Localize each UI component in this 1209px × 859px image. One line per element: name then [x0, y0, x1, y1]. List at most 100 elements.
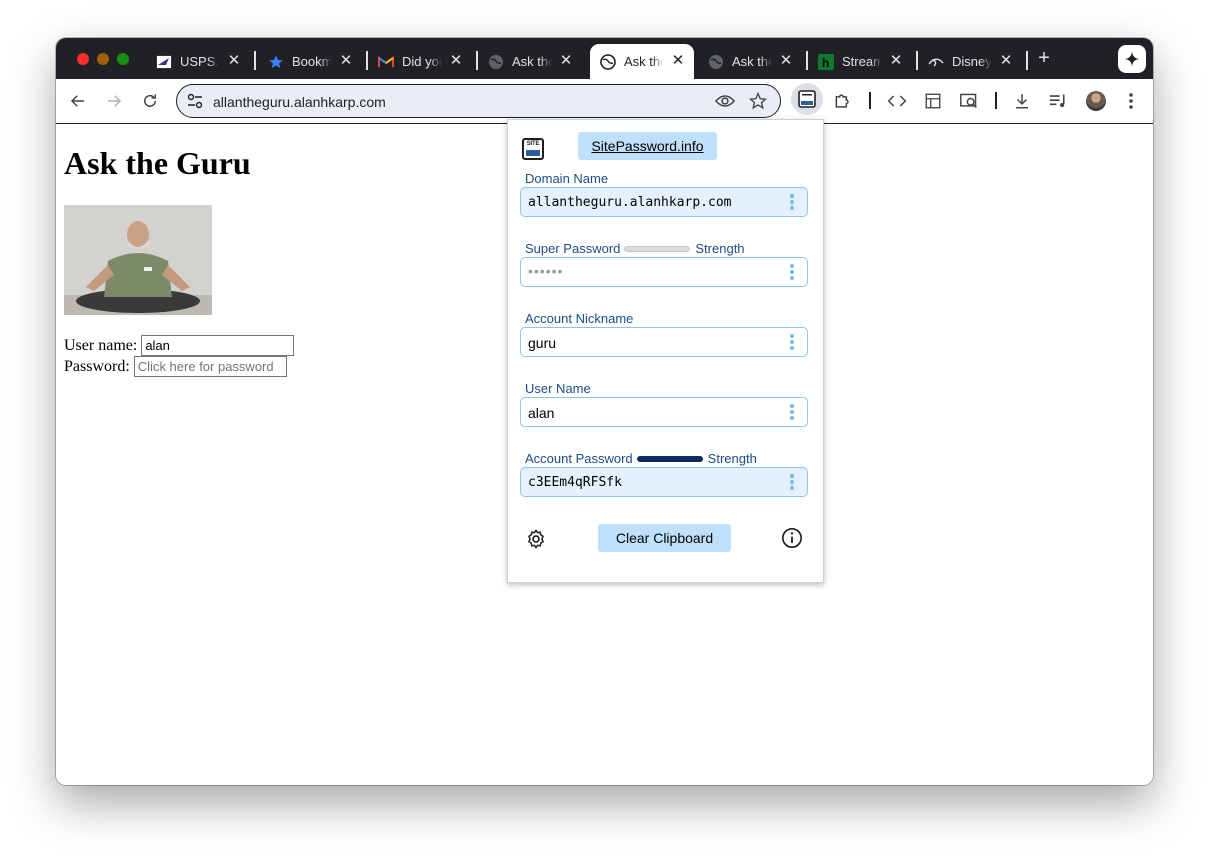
- sitepassword-extension-button[interactable]: [791, 83, 823, 115]
- close-tab-icon[interactable]: ✕: [338, 53, 354, 69]
- code-icon: [887, 95, 907, 107]
- page-title: Ask the Guru: [64, 145, 251, 181]
- tab-title: Did you: [402, 54, 442, 69]
- new-tab-button[interactable]: +: [1034, 47, 1054, 69]
- sitepassword-logo-icon: SITE: [522, 138, 544, 160]
- super-password-strength-meter: [624, 245, 691, 252]
- super-password-value: ••••••: [528, 263, 564, 279]
- tab-usps[interactable]: USPS.com ✕: [146, 44, 250, 79]
- domain-field[interactable]: allantheguru.alanhkarp.com: [520, 187, 808, 217]
- tab-disney[interactable]: Disney+ ✕: [918, 44, 1022, 79]
- toolbar-divider: [995, 92, 997, 109]
- tab-ask-the-guru-active[interactable]: Ask the Guru ✕: [590, 44, 694, 79]
- password-input[interactable]: [133, 356, 287, 377]
- close-tab-icon[interactable]: ✕: [448, 53, 464, 69]
- browser-menu-button[interactable]: [1121, 91, 1141, 111]
- tab-title: Disney+: [952, 54, 992, 69]
- account-password-label: Account Password Strength: [525, 451, 757, 466]
- profile-avatar[interactable]: [1086, 91, 1106, 111]
- info-icon[interactable]: [781, 527, 803, 549]
- username-label: User Name: [525, 381, 591, 396]
- arrow-left-icon: [70, 95, 84, 107]
- username-input[interactable]: [141, 335, 295, 356]
- man-meditating-photo: [64, 205, 212, 315]
- close-tab-icon[interactable]: ✕: [998, 53, 1014, 69]
- nickname-value: guru: [528, 335, 557, 351]
- tab-separator: [1026, 51, 1028, 70]
- svg-text:h: h: [822, 56, 829, 70]
- account-password-field[interactable]: c3EEm4qRFSfk: [520, 467, 808, 497]
- close-tab-icon[interactable]: ✕: [558, 53, 574, 69]
- browser-toolbar: allantheguru.alanhkarp.com: [56, 79, 1153, 124]
- tab-title: Ask the Guru: [732, 54, 772, 69]
- close-tab-icon[interactable]: ✕: [778, 53, 794, 69]
- hulu-icon: h: [818, 53, 834, 70]
- globe-icon: [488, 54, 504, 70]
- forward-button[interactable]: [104, 91, 124, 111]
- back-button[interactable]: [68, 91, 88, 111]
- field-menu-icon[interactable]: [789, 334, 795, 350]
- toolbar-divider: [869, 92, 871, 109]
- close-tab-icon[interactable]: ✕: [888, 53, 904, 69]
- tab-ask-the-guru[interactable]: Ask the Guru ✕: [478, 44, 582, 79]
- reload-icon: [144, 94, 156, 107]
- reading-mode-button[interactable]: [923, 91, 943, 111]
- address-bar[interactable]: allantheguru.alanhkarp.com: [176, 84, 781, 118]
- star-icon: [268, 54, 284, 70]
- settings-gear-icon[interactable]: [525, 528, 547, 550]
- field-menu-icon[interactable]: [789, 474, 795, 490]
- tab-separator: [254, 51, 256, 70]
- site-settings-icon[interactable]: [187, 93, 203, 114]
- downloads-button[interactable]: [1012, 91, 1032, 111]
- extensions-button[interactable]: [833, 91, 853, 111]
- sitepassword-icon: [798, 90, 816, 108]
- gemini-button[interactable]: [1118, 45, 1146, 73]
- media-controls-button[interactable]: [1048, 91, 1068, 111]
- devtools-button[interactable]: [887, 91, 907, 111]
- field-menu-icon[interactable]: [789, 264, 795, 280]
- field-menu-icon[interactable]: [789, 194, 795, 210]
- usps-eagle-icon: [156, 54, 172, 70]
- field-menu-icon[interactable]: [789, 404, 795, 420]
- gmail-icon: [378, 54, 394, 70]
- search-icon: [960, 93, 977, 109]
- search-page-button[interactable]: [959, 91, 979, 111]
- tab-title: Stream: [842, 54, 882, 69]
- sparkle-icon: [1123, 50, 1141, 68]
- globe-icon: [708, 54, 724, 70]
- close-window-button[interactable]: [77, 53, 89, 65]
- tab-gmail[interactable]: Did you ✕: [368, 44, 472, 79]
- close-tab-icon[interactable]: ✕: [670, 53, 686, 69]
- strength-label: Strength: [695, 241, 745, 256]
- tab-title: Ask the Guru: [624, 54, 664, 69]
- logo-text: SITE: [526, 141, 540, 147]
- puzzle-icon: [835, 94, 849, 108]
- sitepassword-popup: SITE SitePassword.info Domain Name allan…: [507, 119, 824, 583]
- reload-button[interactable]: [140, 91, 160, 111]
- username-row: User name:: [64, 335, 295, 356]
- username-value: alan: [528, 405, 555, 421]
- super-password-field[interactable]: ••••••: [520, 257, 808, 287]
- minimize-window-button[interactable]: [97, 53, 109, 65]
- zoom-window-button[interactable]: [117, 53, 129, 65]
- domain-label: Domain Name: [525, 171, 609, 186]
- browser-window: USPS.com ✕ Bookmarks ✕ Did you ✕ Ask the…: [56, 38, 1153, 785]
- close-tab-icon[interactable]: ✕: [226, 53, 242, 69]
- username-field[interactable]: alan: [520, 397, 808, 427]
- eye-icon[interactable]: [714, 93, 736, 114]
- password-row: Password:: [64, 356, 287, 377]
- account-password-value: c3EEm4qRFSfk: [528, 475, 622, 490]
- layout-icon: [925, 93, 941, 109]
- clear-clipboard-button[interactable]: Clear Clipboard: [598, 524, 731, 552]
- nickname-label: Account Nickname: [525, 311, 634, 326]
- tab-ask-the-guru[interactable]: Ask the Guru ✕: [698, 44, 802, 79]
- sitepassword-info-link[interactable]: SitePassword.info: [578, 132, 717, 160]
- username-label: User name:: [64, 336, 138, 354]
- tab-stream[interactable]: h Stream ✕: [808, 44, 912, 79]
- arrow-right-icon: [108, 95, 122, 107]
- bookmark-star-icon[interactable]: [748, 91, 768, 115]
- kebab-menu-icon: [1129, 93, 1133, 109]
- download-icon: [1016, 94, 1028, 109]
- nickname-field[interactable]: guru: [520, 327, 808, 357]
- tab-bookmarks[interactable]: Bookmarks ✕: [258, 44, 362, 79]
